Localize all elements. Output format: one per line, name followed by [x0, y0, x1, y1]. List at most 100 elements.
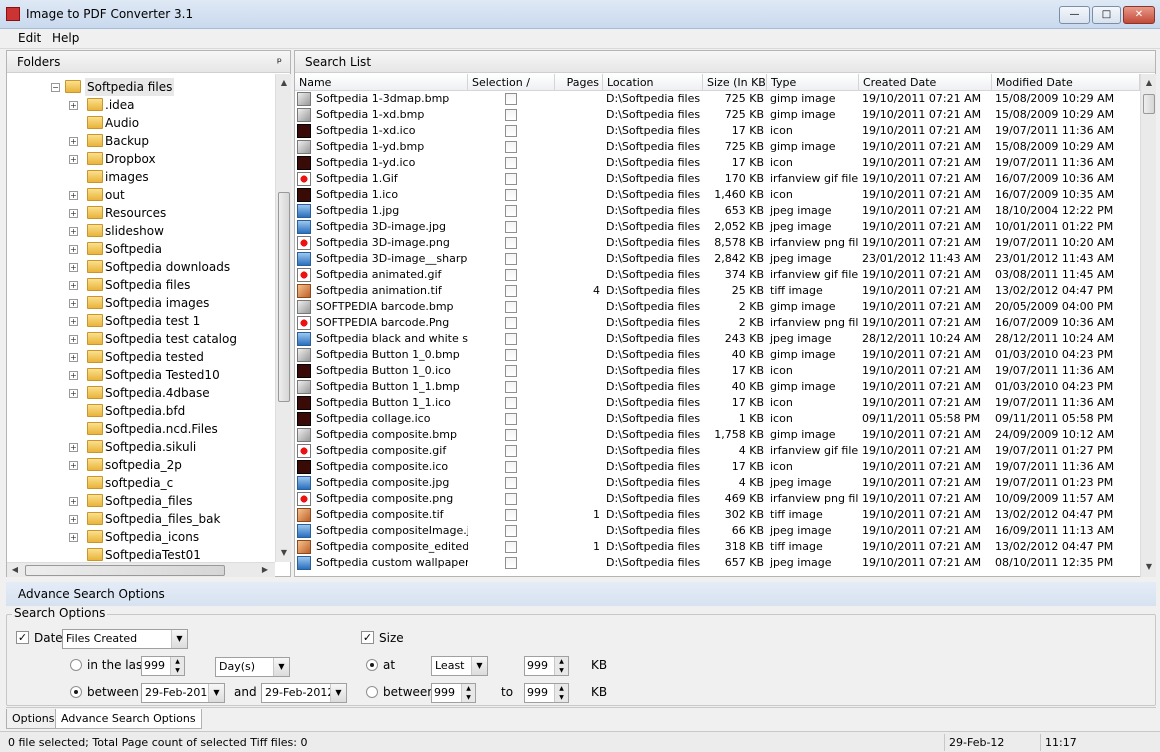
tree-item[interactable]: images — [7, 168, 275, 186]
selection-checkbox[interactable] — [505, 429, 517, 441]
spin-down-icon[interactable]: ▼ — [170, 666, 184, 675]
tree-item[interactable]: + Dropbox — [7, 150, 275, 168]
size-from-spinner[interactable]: 999 ▲ ▼ — [431, 683, 476, 703]
tree-item[interactable]: + Softpedia files — [7, 276, 275, 294]
selection-checkbox[interactable] — [505, 397, 517, 409]
tree-item[interactable]: + Softpedia_files — [7, 492, 275, 510]
expand-icon[interactable]: + — [69, 533, 78, 542]
table-row[interactable]: Softpedia 1.Gif D:\Softpedia files 170 KB i… — [295, 171, 1140, 187]
tree-item[interactable]: Softpedia.bfd — [7, 402, 275, 420]
tree-item[interactable]: softpedia_c — [7, 474, 275, 492]
selection-checkbox[interactable] — [505, 525, 517, 537]
table-row[interactable]: Softpedia 3D-image.jpg D:\Softpedia files… — [295, 219, 1140, 235]
table-row[interactable]: Softpedia 1.ico D:\Softpedia files 1,460 K… — [295, 187, 1140, 203]
tree-item[interactable]: + .idea — [7, 96, 275, 114]
selection-checkbox[interactable] — [505, 205, 517, 217]
expand-icon[interactable]: + — [69, 209, 78, 218]
menu-edit[interactable]: Edit — [14, 31, 45, 45]
expand-icon[interactable]: + — [69, 191, 78, 200]
selection-checkbox[interactable] — [505, 237, 517, 249]
expand-icon[interactable]: + — [69, 281, 78, 290]
tab-advance-search-options[interactable]: Advance Search Options — [55, 709, 202, 729]
scroll-right-arrow-icon[interactable]: ▶ — [257, 565, 273, 574]
table-row[interactable]: Softpedia animated.gif D:\Softpedia files… — [295, 267, 1140, 283]
tree-item[interactable]: Audio — [7, 114, 275, 132]
date-field-combo[interactable]: Files Created ▼ — [62, 629, 188, 649]
grid-vertical-scrollbar[interactable]: ▲ ▼ — [1140, 74, 1156, 577]
table-row[interactable]: Softpedia Button 1_1.bmp D:\Softpedia fil… — [295, 379, 1140, 395]
selection-checkbox[interactable] — [505, 269, 517, 281]
dropdown-arrow-icon[interactable]: ▼ — [273, 658, 289, 676]
expand-icon[interactable]: + — [69, 101, 78, 110]
table-row[interactable]: SOFTPEDIA barcode.bmp D:\Softpedia files 2… — [295, 299, 1140, 315]
tree-item[interactable]: + Softpedia_files_bak — [7, 510, 275, 528]
tree-item[interactable]: + Softpedia downloads — [7, 258, 275, 276]
search-results-grid[interactable]: Softpedia 1-3dmap.bmp D:\Softpedia files 7… — [295, 91, 1140, 578]
expand-icon[interactable]: + — [69, 389, 78, 398]
column-header-created[interactable]: Created Date — [859, 74, 992, 91]
selection-checkbox[interactable] — [505, 413, 517, 425]
selection-checkbox[interactable] — [505, 93, 517, 105]
selection-checkbox[interactable] — [505, 493, 517, 505]
expand-icon[interactable]: + — [69, 317, 78, 326]
tree-item[interactable]: + out — [7, 186, 275, 204]
tree-item[interactable]: + Softpedia.sikuli — [7, 438, 275, 456]
selection-checkbox[interactable] — [505, 221, 517, 233]
tree-item[interactable]: + Backup — [7, 132, 275, 150]
selection-checkbox[interactable] — [505, 349, 517, 361]
scroll-thumb-horizontal[interactable] — [25, 565, 225, 576]
scroll-thumb[interactable] — [278, 192, 290, 402]
table-row[interactable]: Softpedia Button 1_0.ico D:\Softpedia fil… — [295, 363, 1140, 379]
table-row[interactable]: Softpedia collage.ico D:\Softpedia files 1… — [295, 411, 1140, 427]
scroll-up-arrow-icon[interactable]: ▲ — [276, 78, 292, 87]
table-row[interactable]: Softpedia Button 1_0.bmp D:\Softpedia fil… — [295, 347, 1140, 363]
table-row[interactable]: Softpedia 1.jpg D:\Softpedia files 653 KB j… — [295, 203, 1140, 219]
to-date-picker[interactable]: 29-Feb-2012 ▼ — [261, 683, 347, 703]
size-to-spinner[interactable]: 999 ▲ ▼ — [524, 683, 569, 703]
expand-icon[interactable]: + — [69, 497, 78, 506]
expand-icon[interactable]: + — [69, 443, 78, 452]
table-row[interactable]: Softpedia 3D-image__sharpshot D:\Softpedi… — [295, 251, 1140, 267]
table-row[interactable]: SOFTPEDIA barcode.Png D:\Softpedia files 2… — [295, 315, 1140, 331]
column-header-modified[interactable]: Modified Date — [992, 74, 1140, 91]
size-between-radio[interactable] — [366, 686, 378, 698]
selection-checkbox[interactable] — [505, 509, 517, 521]
selection-checkbox[interactable] — [505, 141, 517, 153]
selection-checkbox[interactable] — [505, 301, 517, 313]
scroll-left-arrow-icon[interactable]: ◀ — [7, 565, 23, 574]
table-row[interactable]: Softpedia composite_edited-1.tif 1 D:\Soft… — [295, 539, 1140, 555]
scroll-down-arrow-icon[interactable]: ▼ — [276, 548, 292, 557]
collapse-icon[interactable]: − — [51, 83, 60, 92]
selection-checkbox[interactable] — [505, 333, 517, 345]
tree-vertical-scrollbar[interactable]: ▲ ▼ — [275, 74, 291, 562]
expand-icon[interactable]: + — [69, 263, 78, 272]
close-button[interactable]: ✕ — [1123, 6, 1155, 24]
selection-checkbox[interactable] — [505, 541, 517, 553]
maximize-button[interactable]: □ — [1092, 6, 1121, 24]
column-header-location[interactable]: Location — [603, 74, 703, 91]
table-row[interactable]: Softpedia composite.jpg D:\Softpedia file… — [295, 475, 1140, 491]
table-row[interactable]: Softpedia 1-3dmap.bmp D:\Softpedia files 7… — [295, 91, 1140, 107]
spin-down-icon[interactable]: ▼ — [554, 693, 568, 702]
tree-item[interactable]: + Softpedia Tested10 — [7, 366, 275, 384]
selection-checkbox[interactable] — [505, 477, 517, 489]
selection-checkbox[interactable] — [505, 365, 517, 377]
scroll-down-arrow-icon[interactable]: ▼ — [1141, 562, 1157, 571]
dropdown-arrow-icon[interactable]: ▼ — [171, 630, 187, 648]
tree-item[interactable]: SoftpediaTest01 — [7, 546, 275, 562]
table-row[interactable]: Softpedia 3D-image.png D:\Softpedia files… — [295, 235, 1140, 251]
spin-up-icon[interactable]: ▲ — [554, 684, 568, 693]
calendar-dropdown-icon[interactable]: ▼ — [208, 684, 224, 702]
date-checkbox[interactable]: ✓ — [16, 631, 29, 644]
table-row[interactable]: Softpedia 1-yd.ico D:\Softpedia files 17 K… — [295, 155, 1140, 171]
date-between-radio[interactable] — [70, 686, 82, 698]
expand-icon[interactable]: + — [69, 227, 78, 236]
table-row[interactable]: Softpedia composite.tif 1 D:\Softpedia fil… — [295, 507, 1140, 523]
table-row[interactable]: Softpedia composite.png D:\Softpedia file… — [295, 491, 1140, 507]
size-at-radio[interactable] — [366, 659, 378, 671]
selection-checkbox[interactable] — [505, 461, 517, 473]
tree-item[interactable]: Softpedia.ncd.Files — [7, 420, 275, 438]
table-row[interactable]: Softpedia composite.gif D:\Softpedia file… — [295, 443, 1140, 459]
selection-checkbox[interactable] — [505, 173, 517, 185]
expand-icon[interactable]: + — [69, 137, 78, 146]
